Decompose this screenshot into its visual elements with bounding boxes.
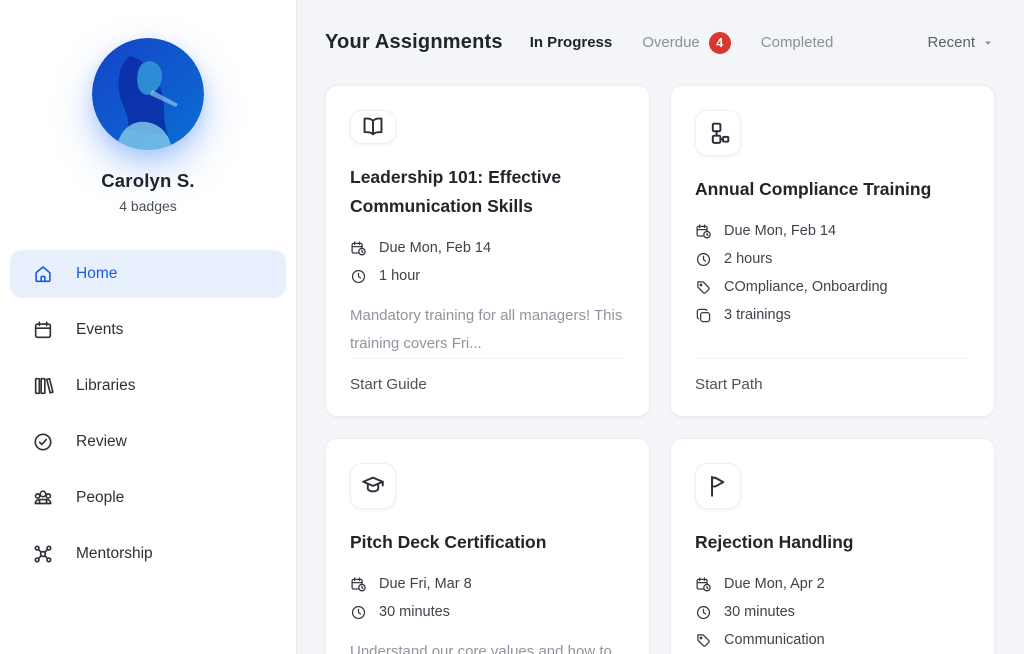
assignment-card-annual-compliance[interactable]: Annual Compliance Training Due Mon, Feb … bbox=[670, 85, 995, 417]
network-icon bbox=[32, 543, 54, 565]
due-date-text: Due Mon, Feb 14 bbox=[379, 240, 492, 256]
card-title: Annual Compliance Training bbox=[695, 179, 932, 199]
assignment-tabs: In Progress Overdue 4 Completed bbox=[530, 31, 834, 54]
card-meta: Due Mon, Apr 2 30 minutes Communication bbox=[695, 570, 970, 654]
sort-label: Recent bbox=[927, 34, 975, 51]
duration-row: 30 minutes bbox=[695, 598, 970, 626]
tag-icon bbox=[695, 632, 712, 649]
books-icon bbox=[32, 375, 54, 397]
card-description: Understand our core values and how to pi… bbox=[350, 643, 612, 654]
duration-text: 30 minutes bbox=[379, 604, 450, 620]
assignment-card-rejection-handling[interactable]: Rejection Handling Due Mon, Apr 2 30 min… bbox=[670, 438, 995, 654]
people-icon bbox=[32, 487, 54, 509]
tags-row: COmpliance, Onboarding bbox=[695, 273, 970, 301]
tab-in-progress[interactable]: In Progress bbox=[530, 34, 613, 51]
stack-icon bbox=[695, 307, 712, 324]
clock-icon bbox=[695, 251, 712, 268]
sidebar-item-label: Review bbox=[76, 433, 127, 450]
sidebar-item-label: Events bbox=[76, 321, 124, 338]
duration-row: 2 hours bbox=[695, 245, 970, 273]
calendar-icon bbox=[32, 319, 54, 341]
assignment-card-leadership-101[interactable]: Leadership 101: Effective Communication … bbox=[325, 85, 650, 417]
sidebar-item-review[interactable]: Review bbox=[10, 418, 286, 466]
calendar-due-icon bbox=[350, 240, 367, 257]
tab-label: Overdue bbox=[642, 34, 700, 51]
page-title: Your Assignments bbox=[325, 31, 503, 53]
sidebar-item-people[interactable]: People bbox=[10, 474, 286, 522]
tab-label: In Progress bbox=[529, 34, 613, 51]
tags-row: Communication bbox=[695, 626, 970, 654]
clock-icon bbox=[695, 604, 712, 621]
avatar bbox=[92, 38, 204, 150]
duration-text: 2 hours bbox=[724, 251, 773, 267]
due-date-text: Due Mon, Apr 2 bbox=[724, 576, 825, 592]
sort-dropdown[interactable]: Recent bbox=[927, 34, 995, 51]
tab-completed[interactable]: Completed bbox=[761, 34, 834, 51]
tags-text: Communication bbox=[724, 632, 825, 648]
due-date-row: Due Mon, Apr 2 bbox=[695, 570, 970, 598]
duration-text: 1 hour bbox=[379, 268, 421, 284]
sidebar-item-label: Mentorship bbox=[76, 545, 153, 562]
assignments-header: Your Assignments In Progress Overdue 4 C… bbox=[325, 26, 995, 59]
card-title: Leadership 101: Effective Communication … bbox=[350, 167, 562, 216]
due-date-row: Due Fri, Mar 8 bbox=[350, 570, 625, 598]
card-title: Rejection Handling bbox=[695, 532, 854, 552]
main-content: Your Assignments In Progress Overdue 4 C… bbox=[297, 0, 1024, 654]
sidebar: Carolyn S. 4 badges Home Events Librarie… bbox=[0, 0, 297, 654]
user-badges-count: 4 badges bbox=[119, 198, 177, 214]
graduation-cap-icon bbox=[350, 463, 396, 509]
clock-icon bbox=[350, 268, 367, 285]
due-date-text: Due Mon, Feb 14 bbox=[724, 223, 837, 239]
tags-text: COmpliance, Onboarding bbox=[724, 279, 888, 295]
trainings-count-text: 3 trainings bbox=[724, 307, 791, 323]
card-meta: Due Fri, Mar 8 30 minutes bbox=[350, 570, 625, 626]
sidebar-item-mentorship[interactable]: Mentorship bbox=[10, 530, 286, 578]
chevron-down-icon bbox=[981, 36, 995, 50]
tab-overdue[interactable]: Overdue 4 bbox=[642, 31, 731, 54]
sidebar-nav: Home Events Libraries Review People Ment… bbox=[0, 250, 296, 578]
card-description: Mandatory training for all managers! Thi… bbox=[350, 307, 623, 352]
duration-row: 30 minutes bbox=[350, 598, 625, 626]
calendar-due-icon bbox=[695, 576, 712, 593]
open-book-icon bbox=[350, 110, 396, 144]
tag-icon bbox=[695, 279, 712, 296]
user-name: Carolyn S. bbox=[101, 170, 195, 191]
clock-icon bbox=[350, 604, 367, 621]
trainings-count-row: 3 trainings bbox=[695, 301, 970, 329]
duration-row: 1 hour bbox=[350, 262, 625, 290]
sidebar-item-label: People bbox=[76, 489, 125, 506]
workflow-icon bbox=[695, 110, 741, 156]
due-date-row: Due Mon, Feb 14 bbox=[350, 234, 625, 262]
calendar-due-icon bbox=[695, 223, 712, 240]
card-footer: Start Guide bbox=[350, 358, 625, 394]
check-circle-icon bbox=[32, 431, 54, 453]
start-path-link[interactable]: Start Path bbox=[695, 376, 763, 393]
start-guide-link[interactable]: Start Guide bbox=[350, 376, 427, 393]
assignment-cards-grid: Leadership 101: Effective Communication … bbox=[325, 85, 995, 654]
tab-label: Completed bbox=[760, 34, 834, 51]
card-meta: Due Mon, Feb 14 1 hour bbox=[350, 234, 625, 290]
assignment-card-pitch-deck[interactable]: Pitch Deck Certification Due Fri, Mar 8 … bbox=[325, 438, 650, 654]
flag-icon bbox=[695, 463, 741, 509]
avatar-wrap bbox=[92, 38, 204, 150]
duration-text: 30 minutes bbox=[724, 604, 795, 620]
sidebar-item-label: Home bbox=[76, 265, 118, 282]
sidebar-item-events[interactable]: Events bbox=[10, 306, 286, 354]
calendar-due-icon bbox=[350, 576, 367, 593]
sidebar-item-home[interactable]: Home bbox=[10, 250, 286, 298]
card-meta: Due Mon, Feb 14 2 hours COmpliance, Onbo… bbox=[695, 217, 970, 329]
due-date-row: Due Mon, Feb 14 bbox=[695, 217, 970, 245]
sidebar-item-libraries[interactable]: Libraries bbox=[10, 362, 286, 410]
home-icon bbox=[32, 263, 54, 285]
card-footer: Start Path bbox=[695, 358, 970, 394]
due-date-text: Due Fri, Mar 8 bbox=[379, 576, 472, 592]
overdue-count-badge: 4 bbox=[708, 31, 731, 54]
sidebar-item-label: Libraries bbox=[76, 377, 136, 394]
card-title: Pitch Deck Certification bbox=[350, 532, 547, 552]
